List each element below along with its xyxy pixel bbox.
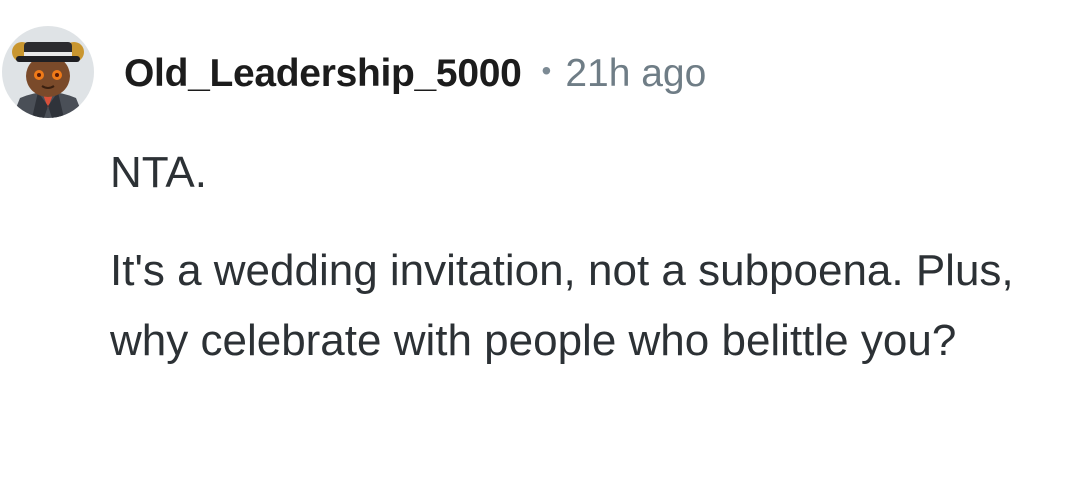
separator-dot: • bbox=[541, 55, 552, 86]
timestamp: 21h ago bbox=[565, 52, 707, 95]
comment-header: Old_Leadership_5000 • 21h ago bbox=[124, 48, 706, 100]
comment-body: NTA. It's a wedding invitation, not a su… bbox=[110, 138, 1075, 376]
comment: Old_Leadership_5000 • 21h ago NTA. It's … bbox=[0, 0, 1080, 482]
comment-paragraph: It's a wedding invitation, not a subpoen… bbox=[110, 246, 1014, 365]
username-link[interactable]: Old_Leadership_5000 bbox=[124, 52, 522, 96]
comment-paragraph: NTA. bbox=[110, 148, 207, 197]
user-avatar-icon[interactable] bbox=[2, 26, 94, 118]
